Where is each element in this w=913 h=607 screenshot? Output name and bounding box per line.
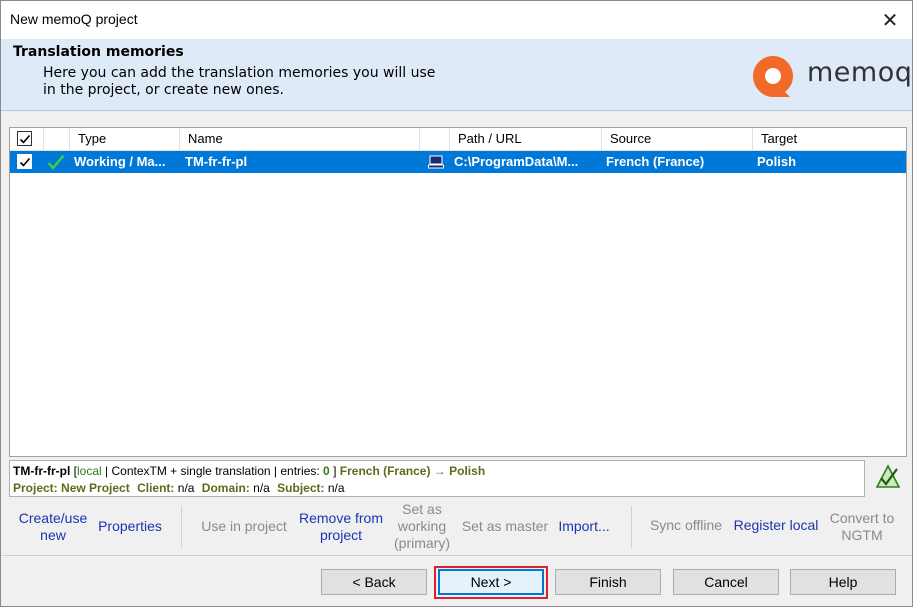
description-line-2: in the project, or create new ones. <box>43 82 284 98</box>
info-domain-label: Domain: <box>201 481 250 495</box>
register-local-button[interactable]: Register local <box>731 517 821 534</box>
action-bar: Create/use new Properties Use in project… <box>1 500 912 556</box>
convert-label-line-1: Convert to <box>829 510 895 526</box>
next-button[interactable]: Next > <box>438 569 544 595</box>
convert-to-ngtm-button[interactable]: Convert to NGTM <box>823 510 901 544</box>
create-label-line-1: Create/use <box>18 510 88 526</box>
properties-button[interactable]: Properties <box>95 518 165 535</box>
info-subject-label: Subject: <box>277 481 325 495</box>
column-name[interactable]: Name <box>180 128 420 150</box>
page-title: Translation memories <box>13 44 184 60</box>
set-as-working-button[interactable]: Set as working (primary) <box>389 501 455 552</box>
local-computer-icon <box>428 155 444 169</box>
column-check[interactable] <box>10 128 44 150</box>
info-target-lang: Polish <box>449 464 486 478</box>
back-button[interactable]: < Back <box>321 569 427 595</box>
info-tm-name: TM-fr-fr-pl <box>13 464 71 478</box>
info-entries: 0 <box>323 464 330 478</box>
set-working-line-1: Set as <box>402 501 442 517</box>
info-line-2: Project: New Project Client: n/a Domain:… <box>13 481 345 495</box>
info-project-value: New Project <box>61 481 130 495</box>
memoq-logo: memoq <box>750 53 913 99</box>
info-subject-value: n/a <box>327 481 345 495</box>
row-path: C:\ProgramData\M... <box>454 154 579 169</box>
help-button[interactable]: Help <box>790 569 896 595</box>
dialog-window: New memoQ project ✕ Translation memories… <box>0 0 913 607</box>
remove-label-line-2: project <box>319 527 363 543</box>
row-name: TM-fr-fr-pl <box>185 154 248 169</box>
row-target: Polish <box>757 154 797 169</box>
set-working-line-3: (primary) <box>394 535 450 551</box>
info-line-1: TM-fr-fr-pl [local | ContexTM + single t… <box>13 464 485 478</box>
column-source[interactable]: Source <box>602 128 753 150</box>
title-bar: New memoQ project ✕ <box>1 1 912 39</box>
logo-wordmark: memoq <box>807 57 913 88</box>
cancel-button[interactable]: Cancel <box>673 569 779 595</box>
remove-label-line-1: Remove from <box>298 510 384 526</box>
action-separator <box>631 506 632 548</box>
info-source-lang: French (France) <box>339 464 431 478</box>
use-in-project-button[interactable]: Use in project <box>197 518 291 535</box>
info-location: local <box>77 464 102 478</box>
info-client-value: n/a <box>177 481 195 495</box>
row-checkbox[interactable] <box>17 154 32 169</box>
column-type[interactable]: Type <box>70 128 180 150</box>
column-status[interactable] <box>44 128 70 150</box>
working-check-icon <box>47 154 65 170</box>
column-target[interactable]: Target <box>753 128 906 150</box>
page-description: Here you can add the translation memorie… <box>43 65 473 99</box>
action-separator <box>181 506 182 548</box>
column-location[interactable] <box>420 128 450 150</box>
info-project-label: Project: <box>13 481 58 495</box>
info-close-bracket: ] <box>333 464 337 478</box>
page-header: Translation memories Here you can add th… <box>1 39 912 111</box>
close-icon[interactable]: ✕ <box>876 7 904 33</box>
row-source: French (France) <box>606 154 705 169</box>
row-type: Working / Ma... <box>74 154 166 169</box>
finish-button[interactable]: Finish <box>555 569 661 595</box>
remove-from-project-button[interactable]: Remove from project <box>295 510 387 544</box>
tm-info-panel: TM-fr-fr-pl [local | ContexTM + single t… <box>9 460 865 497</box>
info-details: | ContexTM + single translation | entrie… <box>105 464 320 478</box>
tm-list[interactable]: Type Name Path / URL Source Target Worki… <box>9 127 907 457</box>
list-header: Type Name Path / URL Source Target <box>10 128 906 151</box>
description-line-1: Here you can add the translation memorie… <box>43 65 436 81</box>
create-label-line-2: new <box>40 527 66 543</box>
column-path[interactable]: Path / URL <box>450 128 602 150</box>
import-button[interactable]: Import... <box>554 518 614 535</box>
set-as-master-button[interactable]: Set as master <box>459 518 551 535</box>
table-row[interactable]: Working / Ma... TM-fr-fr-pl C:\ProgramDa… <box>10 151 906 173</box>
resource-status-icon[interactable] <box>875 463 901 489</box>
info-arrow: → <box>433 464 446 478</box>
window-title: New memoQ project <box>10 11 138 27</box>
info-domain-value: n/a <box>253 481 270 495</box>
info-client-label: Client: <box>137 481 175 495</box>
set-working-line-2: working <box>397 518 447 534</box>
create-use-new-button[interactable]: Create/use new <box>15 510 91 544</box>
sync-offline-button[interactable]: Sync offline <box>645 517 727 534</box>
convert-label-line-2: NGTM <box>841 527 883 543</box>
memoq-logo-icon <box>753 56 793 97</box>
